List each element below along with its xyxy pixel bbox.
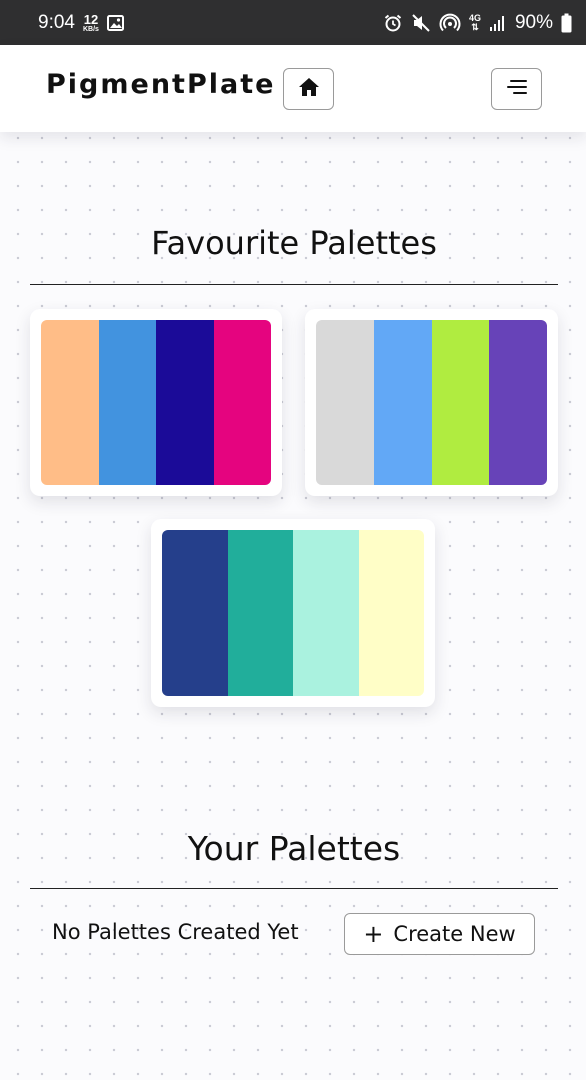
signal-icon [489,14,507,32]
menu-icon [506,79,528,99]
section-divider [30,284,558,285]
hotspot-icon [439,13,461,33]
network-speed-unit: KB/s [82,25,99,33]
status-bar: 9:04 12 KB/s 4G ⇅ 90% [0,0,586,45]
color-swatch[interactable] [431,320,490,485]
color-swatch[interactable] [156,320,214,485]
battery-icon [561,13,572,33]
color-swatch[interactable] [162,530,228,696]
network-type: 4G ⇅ [469,13,481,32]
create-new-label: Create New [393,922,516,946]
palette-swatches [41,320,271,485]
color-swatch[interactable] [41,320,99,485]
color-swatch[interactable] [316,320,374,485]
color-swatch[interactable] [358,530,424,696]
your-palettes-title: Your Palettes [187,829,401,868]
color-swatch[interactable] [489,320,547,485]
section-divider [30,888,558,889]
status-bar-right: 4G ⇅ 90% [383,12,572,34]
palette-card[interactable] [151,519,435,707]
data-arrows-icon: ⇅ [471,21,479,32]
palette-card[interactable] [305,309,558,496]
network-speed: 12 KB/s [83,13,99,33]
palette-swatches [316,320,547,485]
plus-icon: + [363,920,384,948]
color-swatch[interactable] [373,320,432,485]
brand-logo[interactable]: PigmentPlate [46,69,275,100]
menu-button[interactable] [491,68,542,110]
battery-level: 90% [514,11,553,33]
status-time: 9:04 [38,11,75,33]
color-swatch[interactable] [213,320,271,485]
palette-card[interactable] [30,309,282,496]
empty-state-message: No Palettes Created Yet [52,920,299,944]
status-bar-left: 9:04 12 KB/s [38,12,124,34]
mute-icon [411,13,431,33]
home-icon [298,77,320,101]
image-notification-icon [106,14,124,31]
home-button[interactable] [283,68,334,110]
color-swatch[interactable] [227,530,293,696]
palette-swatches [162,530,424,696]
alarm-icon [383,13,403,33]
color-swatch[interactable] [98,320,156,485]
navbar: PigmentPlate [0,45,586,132]
favourite-palettes-title: Favourite Palettes [151,224,437,262]
color-swatch[interactable] [293,530,359,696]
network-speed-value: 12 [83,11,99,27]
create-new-button[interactable]: + Create New [344,913,535,955]
